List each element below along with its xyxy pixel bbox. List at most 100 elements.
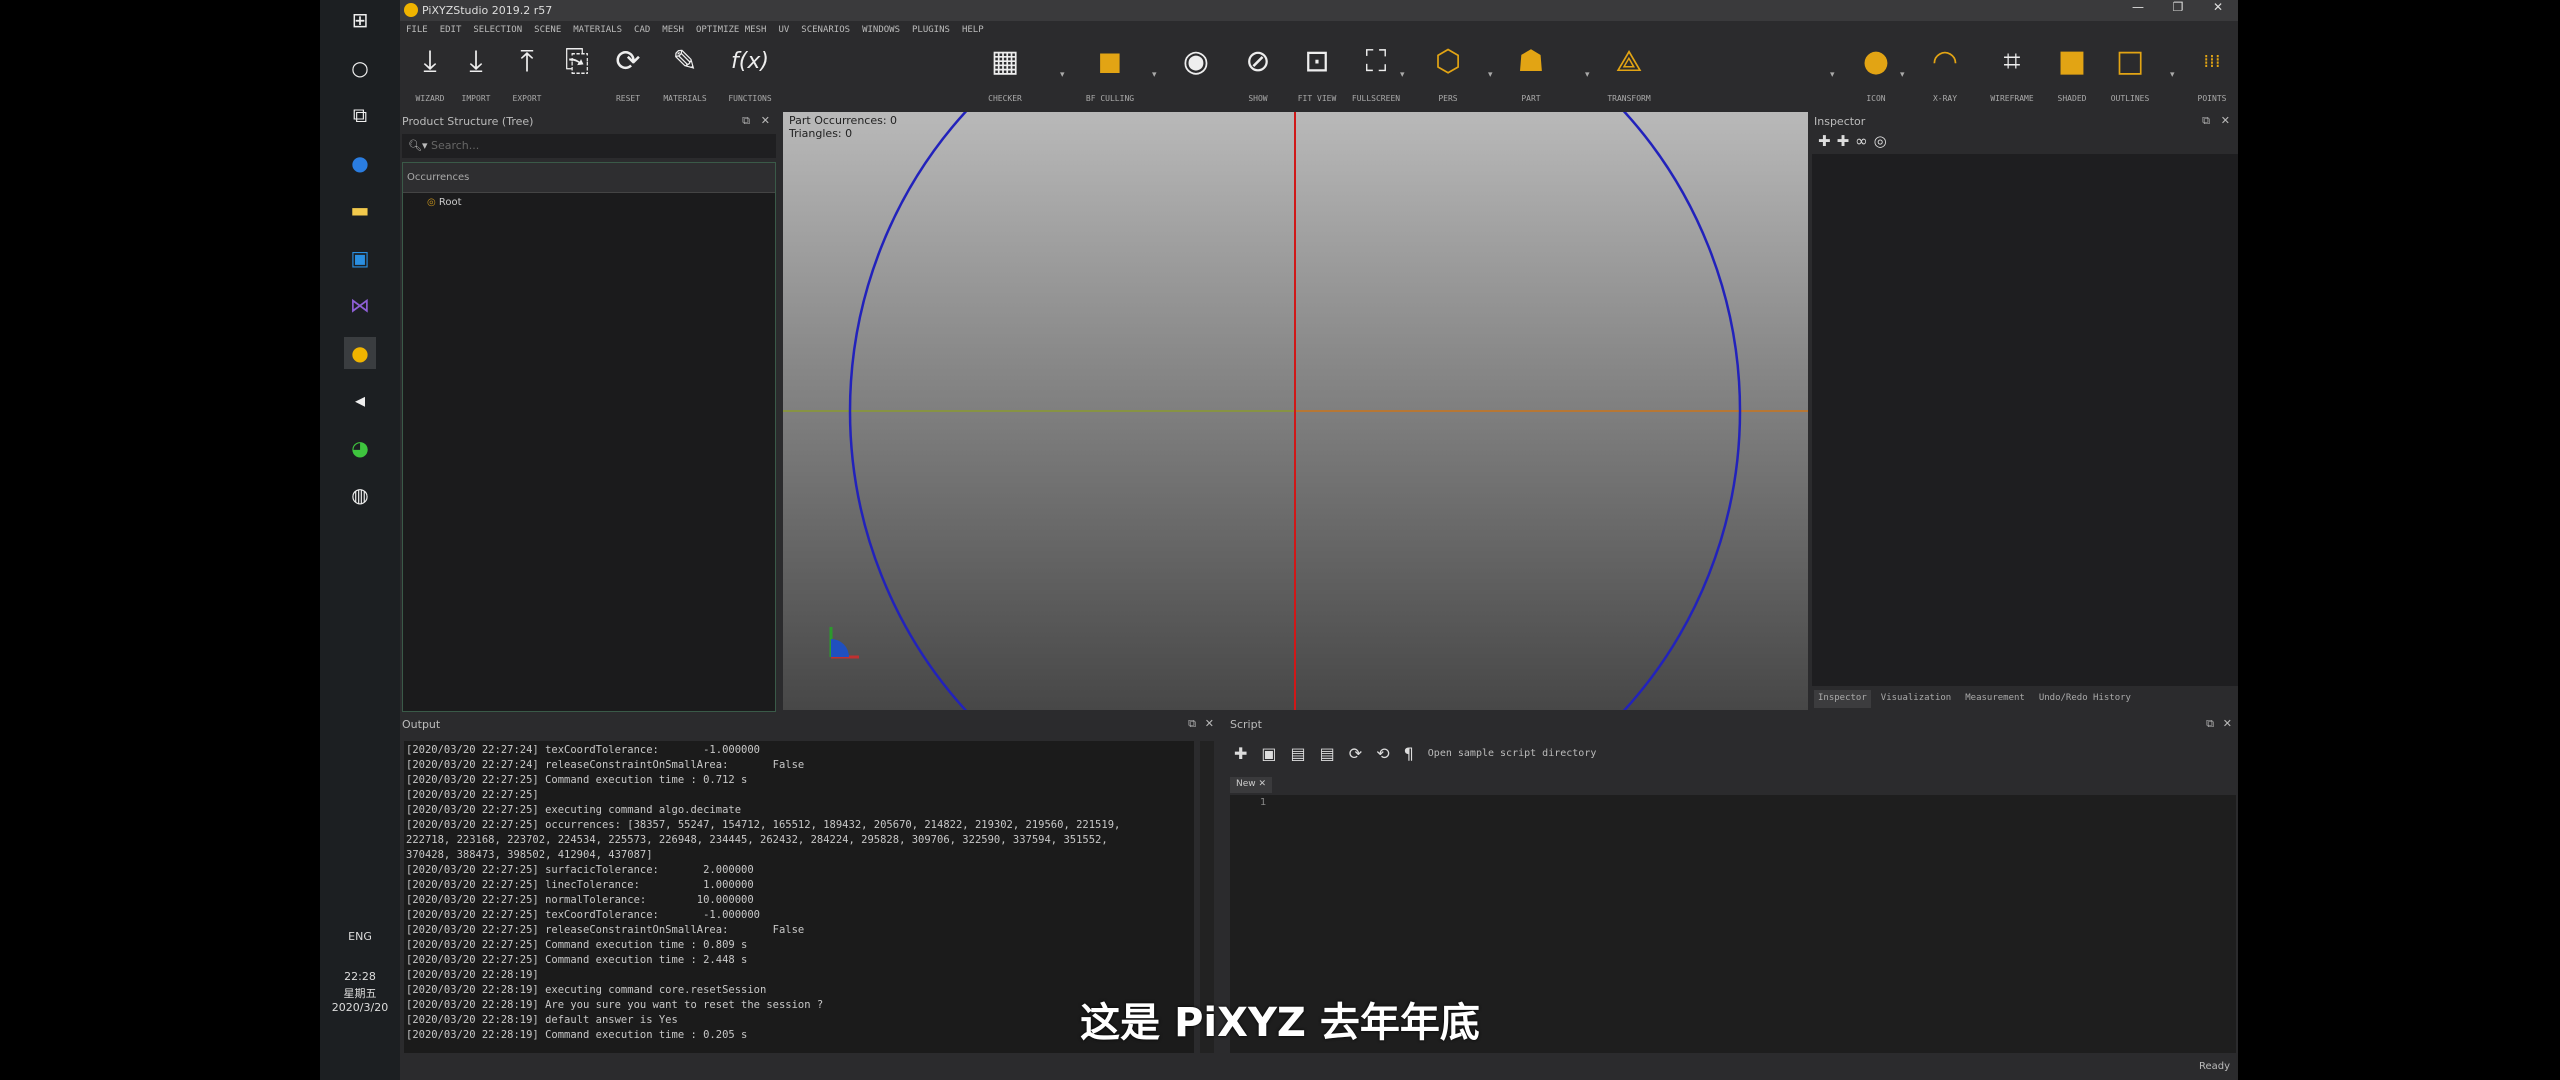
target-icon[interactable]: ◎ (1874, 132, 1893, 150)
toolbar-button-eye-icon[interactable]: ◉ (1166, 42, 1226, 94)
dropdown-arrow-icon[interactable]: ▾ (1400, 70, 1405, 80)
float-panel-icon[interactable]: ⧉ (1188, 717, 1196, 731)
menu-scenarios[interactable]: SCENARIOS (801, 25, 850, 35)
toolbar-button-x-ray[interactable]: ◠ X-RAY (1915, 42, 1975, 103)
dropdown-arrow-icon[interactable]: ▾ (1830, 70, 1835, 80)
script-tab-new[interactable]: New ✕ (1230, 777, 1273, 793)
pixyz-icon[interactable]: ● (344, 336, 376, 369)
log-line: [2020/03/20 22:27:25] executing command … (406, 804, 742, 816)
add-property-icon[interactable]: ✚ (1818, 132, 1837, 150)
points-icon: ⁞⁞⁞ (2203, 51, 2221, 72)
float-panel-icon[interactable]: ⧉ (2206, 717, 2214, 731)
paragraph-icon[interactable]: ¶ (1404, 744, 1414, 763)
search-icon: 🔍︎▾ (408, 139, 431, 152)
toolbar-button-fullscreen[interactable]: ⛶ FULLSCREEN (1346, 42, 1406, 103)
new-script-icon[interactable]: ✚ (1234, 744, 1247, 763)
toolbar-button-functions[interactable]: f(x) FUNCTIONS (720, 42, 780, 103)
toolbar-button-reset[interactable]: ⟳ RESET (598, 42, 658, 103)
reset-icon: ⟳ (615, 44, 641, 79)
log-line: [2020/03/20 22:28:19] (406, 969, 539, 981)
log-line: [2020/03/20 22:27:24] releaseConstraintO… (406, 759, 805, 771)
toolbar-label: BF CULLING (1085, 94, 1135, 103)
close-panel-icon[interactable]: ✕ (761, 114, 770, 127)
tree-search[interactable]: 🔍︎▾ Search... (402, 134, 776, 158)
toolbar-button-outlines[interactable]: □ OUTLINES (2100, 42, 2160, 103)
toolbar-button-materials[interactable]: ✎ MATERIALS (655, 42, 715, 103)
menu-plugins[interactable]: PLUGINS (912, 25, 950, 35)
toolbar-button-pers[interactable]: ⬡ PERS (1418, 42, 1478, 103)
dropdown-arrow-icon[interactable]: ▾ (1060, 70, 1065, 80)
dropdown-arrow-icon[interactable]: ▾ (1152, 70, 1157, 80)
run-script-icon[interactable]: ⟳ (1349, 744, 1362, 763)
close-panel-icon[interactable]: ✕ (1205, 717, 1214, 730)
dropdown-arrow-icon[interactable]: ▾ (1585, 70, 1590, 80)
menu-edit[interactable]: EDIT (440, 25, 462, 35)
toolbar-button-icon[interactable]: ● ICON (1846, 42, 1906, 103)
file-explorer-icon[interactable]: ▬ (344, 194, 376, 226)
save-script-icon[interactable]: ▤ (1291, 744, 1306, 763)
3d-viewport[interactable]: Part Occurrences: 0 Triangles: 0 (783, 112, 1808, 710)
link-icon[interactable]: ∞ (1855, 132, 1874, 150)
close-button[interactable]: ✕ (2198, 0, 2238, 21)
float-panel-icon[interactable]: ⧉ (2202, 114, 2210, 128)
toolbar-button-transform[interactable]: ⟁ TRANSFORM (1599, 42, 1659, 103)
main-toolbar: ⤓ WIZARD ⤓ IMPORT ⤒ EXPORT ⎘ ⟳ RESET ✎ MATERIALS f(… (400, 38, 2238, 112)
dropdown-arrow-icon[interactable]: ▾ (1900, 70, 1905, 80)
toolbar-button-part[interactable]: ☗ PART (1501, 42, 1561, 103)
store-icon[interactable]: ▣ (344, 242, 376, 274)
float-panel-icon[interactable]: ⧉ (742, 114, 750, 128)
toolbar-label: FIT VIEW (1297, 94, 1337, 103)
fit-view-icon: ⊡ (1304, 44, 1330, 79)
log-line: 222718, 223168, 223702, 224534, 225573, … (406, 834, 1108, 846)
log-line: [2020/03/20 22:27:25] (406, 789, 539, 801)
close-panel-icon[interactable]: ✕ (2223, 717, 2232, 730)
tab-measurement[interactable]: Measurement (1961, 690, 2029, 708)
toolbar-button-points[interactable]: ⁞⁞⁞ POINTS (2182, 42, 2242, 103)
menu-windows[interactable]: WINDOWS (862, 25, 900, 35)
toolbar-label: FULLSCREEN (1351, 94, 1401, 103)
log-line: [2020/03/20 22:27:25] releaseConstraintO… (406, 924, 805, 936)
maps-icon[interactable]: ● (344, 147, 376, 179)
cortana-icon[interactable]: ○ (344, 52, 376, 84)
add-component-icon[interactable]: ✚ (1837, 132, 1856, 150)
task-view-icon[interactable]: ⧉ (344, 99, 376, 131)
column-header-occurrences[interactable]: Occurrences (403, 163, 775, 193)
visual-studio-icon[interactable]: ⋈ (344, 289, 376, 321)
maximize-button[interactable]: ❐ (2158, 0, 2198, 21)
bf-culling-icon: ◼ (1097, 44, 1123, 79)
dropdown-arrow-icon[interactable]: ▾ (2170, 70, 2175, 80)
toolbar-button-checker[interactable]: ▦ CHECKER (975, 42, 1035, 103)
menu-mesh[interactable]: MESH (662, 25, 684, 35)
menu-selection[interactable]: SELECTION (473, 25, 522, 35)
part-occurrences-count: Part Occurrences: 0 (789, 114, 898, 127)
open-sample-script-link[interactable]: Open sample script directory (1428, 748, 1597, 759)
open-script-icon[interactable]: ▣ (1261, 744, 1276, 763)
menu-materials[interactable]: MATERIALS (573, 25, 622, 35)
toolbar-button-wireframe[interactable]: ⌗ WIREFRAME (1982, 42, 2042, 103)
tree-item-root[interactable]: ◎ Root (403, 193, 775, 208)
wechat-icon[interactable]: ◕ (344, 432, 376, 464)
menu-file[interactable]: FILE (406, 25, 428, 35)
menu-help[interactable]: HELP (962, 25, 984, 35)
tab-undo-redo-history[interactable]: Undo/Redo History (2035, 690, 2135, 708)
tab-visualization[interactable]: Visualization (1877, 690, 1955, 708)
windows-icon[interactable]: ⊞ (344, 4, 376, 36)
save-as-script-icon[interactable]: ▤ (1320, 744, 1335, 763)
menu-cad[interactable]: CAD (634, 25, 650, 35)
run-selection-icon[interactable]: ⟲ (1376, 744, 1389, 763)
fullscreen-icon: ⛶ (1365, 44, 1387, 79)
close-panel-icon[interactable]: ✕ (2221, 114, 2230, 127)
menu-scene[interactable]: SCENE (534, 25, 561, 35)
minimize-button[interactable]: — (2118, 0, 2158, 21)
toolbar-button-bf-culling[interactable]: ◼ BF CULLING (1080, 42, 1140, 103)
dropdown-arrow-icon[interactable]: ▾ (1488, 70, 1493, 80)
settings-icon[interactable]: ◍ (344, 479, 376, 511)
tab-inspector[interactable]: Inspector (1814, 690, 1871, 708)
menu-uv[interactable]: UV (778, 25, 789, 35)
terminal-icon[interactable]: ◂ (344, 384, 376, 416)
toolbar-button-shaded[interactable]: ■ SHADED (2042, 42, 2102, 103)
toolbar-button-fit-view[interactable]: ⊡ FIT VIEW (1287, 42, 1347, 103)
search-input[interactable]: Search... (431, 139, 479, 152)
menu-optimize-mesh[interactable]: OPTIMIZE MESH (696, 25, 766, 35)
toolbar-button-show[interactable]: ⊘ SHOW (1228, 42, 1288, 103)
